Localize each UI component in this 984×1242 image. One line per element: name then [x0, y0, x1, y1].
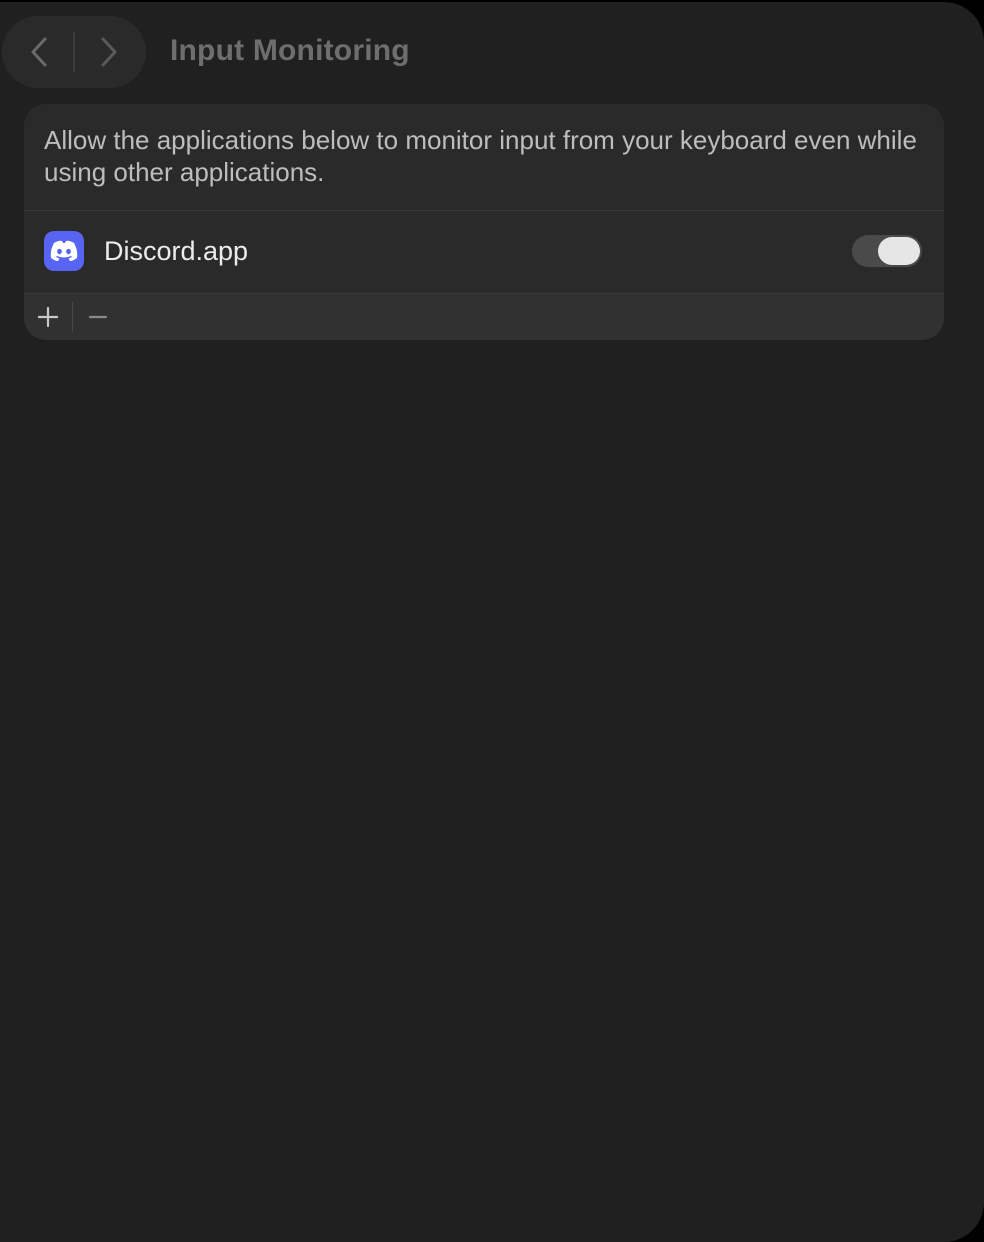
chevron-left-icon: [31, 37, 47, 67]
list-item[interactable]: Discord.app: [24, 211, 944, 293]
chevron-right-icon: [101, 37, 117, 67]
remove-app-button[interactable]: [74, 294, 122, 340]
permission-toggle[interactable]: [852, 235, 922, 267]
panel-description: Allow the applications below to monitor …: [44, 125, 917, 187]
page-title: Input Monitoring: [170, 34, 410, 67]
list-footer: [24, 294, 944, 340]
toggle-knob: [878, 237, 920, 265]
forward-button[interactable]: [74, 16, 144, 88]
navigation-buttons: [2, 16, 146, 88]
discord-icon: [44, 231, 84, 271]
app-name: Discord.app: [104, 236, 249, 266]
plus-icon: [37, 306, 59, 328]
apps-list-panel: Allow the applications below to monitor …: [24, 104, 944, 340]
footer-divider: [72, 302, 73, 332]
settings-window: Input Monitoring Allow the applications …: [0, 2, 984, 1242]
toolbar: Input Monitoring: [0, 2, 984, 102]
add-app-button[interactable]: [24, 294, 72, 340]
minus-icon: [88, 315, 108, 319]
back-button[interactable]: [4, 16, 74, 88]
